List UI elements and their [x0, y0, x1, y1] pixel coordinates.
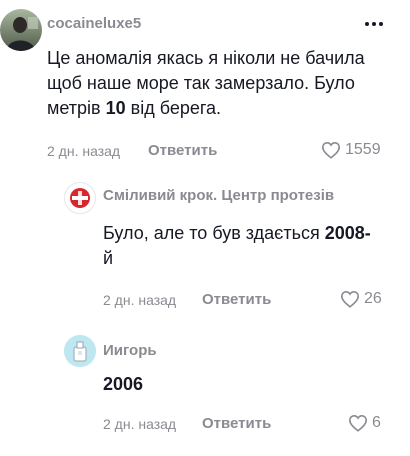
avatar-smilyvyi-krok[interactable] [64, 182, 96, 214]
reply-username[interactable]: Сміливий крок. Центр протезів [103, 187, 334, 204]
heart-outline-icon [321, 141, 341, 159]
reply-button[interactable]: Ответить [148, 142, 217, 159]
like-count: 26 [364, 290, 382, 307]
like-button[interactable]: 1559 [321, 141, 381, 159]
comment-text: Це аномалія якась я ніколи не бачила щоб… [47, 48, 365, 118]
reply-timestamp: 2 дн. назад [103, 292, 177, 308]
more-options-button[interactable] [362, 12, 386, 36]
avatar-iigor[interactable] [64, 335, 96, 367]
comment-timestamp: 2 дн. назад [47, 143, 121, 159]
like-count: 6 [372, 414, 381, 431]
like-count: 1559 [345, 141, 381, 158]
like-button[interactable]: 6 [348, 414, 381, 432]
heart-outline-icon [340, 290, 360, 308]
reply-button[interactable]: Ответить [202, 291, 271, 308]
reply-button[interactable]: Ответить [202, 415, 271, 432]
heart-outline-icon [348, 414, 368, 432]
reply-text: 2006 [103, 374, 144, 394]
like-button[interactable]: 26 [340, 290, 382, 308]
reply-username[interactable]: Иигорь [103, 342, 157, 359]
avatar-cocaineluxe5[interactable] [0, 9, 42, 51]
comments-panel: cocaineluxe5 Це аномалія якась я ніколи … [0, 0, 410, 456]
comment-username[interactable]: cocaineluxe5 [47, 15, 141, 32]
reply-timestamp: 2 дн. назад [103, 416, 177, 432]
reply-text: Було, але то був здається 2008- й [103, 223, 371, 268]
more-dots-icon [365, 22, 383, 26]
